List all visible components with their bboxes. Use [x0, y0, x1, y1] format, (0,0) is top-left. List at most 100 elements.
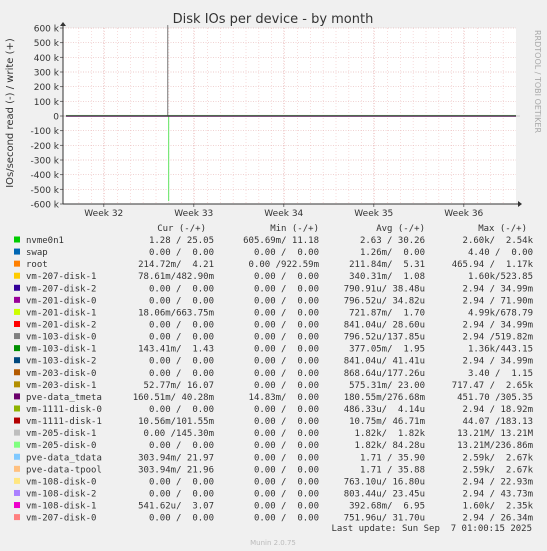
legend-min: 0.00 / 0.00 — [254, 272, 319, 282]
y-tick-label: -600 k — [31, 201, 60, 211]
legend-name: vm-201-disk-0 — [26, 296, 96, 306]
legend-avg: 841.04u/ 28.60u — [344, 320, 425, 330]
legend-min: 0.00 / 0.00 — [254, 320, 319, 330]
legend-swatch — [14, 417, 20, 424]
legend-name: vm-205-disk-1 — [26, 429, 96, 439]
legend-min: 0.00 / 0.00 — [254, 502, 319, 512]
legend-cur: 10.56m/101.55m — [138, 417, 214, 427]
legend-row: nvme0n1 1.28 / 25.05 605.69m/ 11.18 2.63 / … — [14, 236, 534, 246]
legend-cur: 0.00 / 0.00 — [149, 441, 214, 451]
legend-max: 2.94 / 26.34m — [463, 514, 533, 524]
legend-cur: 0.00 / 0.00 — [149, 477, 214, 487]
legend-name: pve-data-tpool — [26, 465, 102, 475]
legend-cur: 214.72m/ 4.21 — [138, 260, 214, 270]
legend-cur: 0.00 / 0.00 — [149, 514, 214, 524]
legend-cur: 0.00 / 0.00 — [149, 320, 214, 330]
legend-row: vm-201-disk-2 0.00 / 0.00 0.00 / 0.00 841.0… — [14, 320, 533, 330]
legend-min: 0.00 / 0.00 — [254, 417, 319, 427]
legend-cur: 0.00 / 0.00 — [149, 405, 214, 415]
legend-max: 2.94 / 71.90m — [463, 296, 533, 306]
legend-min: 0.00 / 0.00 — [254, 514, 319, 524]
legend-avg: 803.44u/ 23.45u — [344, 489, 425, 499]
legend-swatch — [14, 489, 20, 496]
legend-row: vm-103-disk-0 0.00 / 0.00 0.00 / 0.00 796.5… — [14, 333, 533, 343]
legend-max: 1.36k/443.15 — [468, 345, 533, 355]
y-tick-label: 0 — [53, 113, 59, 123]
legend-swatch — [14, 345, 20, 352]
legend-min: 0.00 / 0.00 — [254, 248, 319, 258]
legend-name: vm-103-disk-1 — [26, 345, 96, 355]
legend-swatch — [14, 381, 20, 388]
legend-cur: 303.94m/ 21.97 — [138, 453, 214, 463]
legend-cur: 18.06m/663.75m — [138, 308, 214, 318]
legend-name: root — [26, 260, 48, 270]
legend-name: vm-103-disk-2 — [26, 357, 96, 367]
legend-row: vm-203-disk-0 0.00 / 0.00 0.00 / 0.00 868.6… — [14, 369, 533, 379]
x-tick-label: Week 34 — [264, 209, 303, 219]
legend-swatch — [14, 357, 20, 364]
legend-swatch — [14, 465, 20, 472]
legend-min: 605.69m/ 11.18 — [243, 236, 319, 246]
x-tick-labels: Week 32 Week 33 Week 34 Week 35 Week 36 — [84, 209, 483, 219]
legend-swatch — [14, 296, 20, 303]
legend-avg: 1.71 / 35.90 — [360, 453, 425, 463]
x-tick-label: Week 33 — [174, 209, 213, 219]
legend-row: vm-207-disk-1 78.61m/482.90m 0.00 / 0.00 34… — [14, 272, 533, 282]
legend-swatch — [14, 369, 20, 376]
x-tick-label: Week 36 — [444, 209, 483, 219]
legend-min: 0.00 / 0.00 — [254, 369, 319, 379]
legend-max: 2.94 / 34.99m — [463, 320, 533, 330]
legend-min: 0.00 / 0.00 — [254, 453, 319, 463]
legend-max: 451.70 /305.35 — [457, 393, 533, 403]
header-avg: Avg (-/+) — [376, 224, 425, 234]
legend-min: 0.00 / 0.00 — [254, 465, 319, 475]
legend-row: vm-108-disk-2 0.00 / 0.00 0.00 / 0.00 803.4… — [14, 489, 533, 499]
header-cur: Cur (-/+) — [157, 224, 206, 234]
y-axis-arrow — [60, 22, 66, 26]
legend-name: swap — [26, 248, 48, 258]
legend-max: 717.47 / 2.65k — [452, 381, 534, 391]
legend-avg: 841.04u/ 41.41u — [344, 357, 425, 367]
x-axis-arrow — [518, 201, 522, 207]
legend-cur: 0.00 / 0.00 — [149, 296, 214, 306]
y-tick-label: 400 k — [34, 54, 60, 64]
legend-name: vm-201-disk-2 — [26, 320, 96, 330]
munin-graph: Disk IOs per device - by month IOs/secon… — [5, 12, 542, 547]
munin-version: Munin 2.0.75 — [250, 539, 296, 547]
legend-max: 1.60k/523.85 — [468, 272, 533, 282]
legend-swatch — [14, 320, 20, 327]
legend-row: vm-201-disk-1 18.06m/663.75m 0.00 / 0.00 72… — [14, 308, 533, 318]
legend-min: 0.00 / 0.00 — [254, 333, 319, 343]
legend-avg: 575.31m/ 23.00 — [349, 381, 425, 391]
y-tick-labels: 600 k 500 k 400 k 300 k 200 k 100 k 0 -100 k -20… — [31, 25, 60, 211]
legend-avg: 796.52u/137.85u — [344, 333, 425, 343]
legend-name: vm-108-disk-1 — [26, 502, 96, 512]
legend-max: 13.21M/236.86m — [457, 441, 533, 451]
legend-max: 13.21M/ 13.21M — [457, 429, 533, 439]
legend-avg: 10.75m/ 46.71m — [349, 417, 425, 427]
legend-swatch — [14, 441, 20, 448]
legend-row: vm-207-disk-0 0.00 / 0.00 0.00 / 0.00 751.9… — [14, 514, 533, 524]
legend-name: vm-207-disk-0 — [26, 514, 96, 524]
legend-max: 2.60k/ 2.54k — [463, 236, 534, 246]
legend-row: vm-207-disk-2 0.00 / 0.00 0.00 / 0.00 790.9… — [14, 284, 533, 294]
legend-cur: 143.41m/ 1.43 — [138, 345, 214, 355]
legend-swatch — [14, 308, 20, 315]
legend-max: 2.94 /519.82m — [463, 333, 533, 343]
legend-avg: 340.31m/ 1.08 — [349, 272, 425, 282]
x-tick-label: Week 32 — [84, 209, 123, 219]
legend-swatch — [14, 453, 20, 460]
legend-max: 2.94 / 43.73m — [463, 489, 533, 499]
last-update: Last update: Sun Sep 7 01:00:15 2025 — [332, 524, 532, 534]
legend-row: swap 0.00 / 0.00 0.00 / 0.00 1.26m/ 0.00 4.4… — [14, 248, 533, 258]
legend-min: 0.00 / 0.00 — [254, 357, 319, 367]
legend-avg: 1.82k/ 84.28u — [355, 441, 425, 451]
legend-avg: 180.55m/276.68m — [344, 393, 425, 403]
legend-name: vm-103-disk-0 — [26, 333, 96, 343]
legend-avg: 763.10u/ 16.80u — [344, 477, 425, 487]
legend-min: 0.00 / 0.00 — [254, 489, 319, 499]
legend-max: 3.40 / 1.15 — [468, 369, 533, 379]
rrdtool-side-label: RRDTOOL / TOBI OETIKER — [533, 30, 542, 133]
legend-row: vm-1111-disk-1 10.56m/101.55m 0.00 / 0.00 1… — [14, 417, 533, 427]
legend-avg: 751.96u/ 31.70u — [344, 514, 425, 524]
